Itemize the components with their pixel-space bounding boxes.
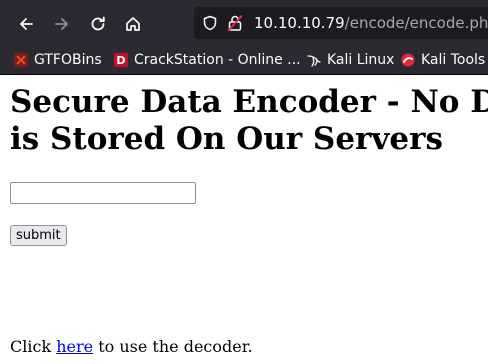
- footer-prefix: Click: [10, 337, 57, 356]
- kali-tools-icon: [401, 53, 415, 67]
- page-heading: Secure Data Encoder - No Data is Stored …: [10, 84, 488, 157]
- footer-suffix: to use the decoder.: [93, 337, 253, 356]
- forward-button[interactable]: [49, 11, 75, 37]
- kali-dragon-icon: [307, 53, 321, 67]
- home-button[interactable]: [120, 11, 146, 37]
- bookmark-crackstation[interactable]: D CrackStation - Online ...: [114, 46, 301, 74]
- crackstation-icon: D: [114, 53, 128, 67]
- bookmark-gtfobins[interactable]: GTFOBins: [14, 46, 102, 74]
- svg-text:D: D: [116, 54, 125, 67]
- gtfobins-icon: [14, 53, 28, 67]
- url-host: 10.10.10.79: [254, 14, 345, 32]
- home-icon: [126, 17, 140, 31]
- bookmark-label: Kali Tools: [421, 52, 486, 68]
- shield-icon[interactable]: [202, 15, 218, 31]
- bookmarks-toolbar: GTFOBins D CrackStation - Online ... Kal…: [0, 46, 488, 75]
- decoder-link[interactable]: here: [56, 337, 93, 356]
- back-button[interactable]: [13, 11, 39, 37]
- browser-toolbar: 10.10.10.79/encode/encode.php: [0, 0, 488, 46]
- url-text[interactable]: 10.10.10.79/encode/encode.php: [254, 7, 488, 39]
- decoder-link-line: Click here to use the decoder.: [10, 337, 253, 357]
- back-arrow-icon: [20, 18, 33, 30]
- bookmark-label: Kali Linux: [327, 52, 395, 68]
- forward-arrow-icon: [55, 18, 68, 30]
- reload-icon: [91, 16, 105, 31]
- submit-button[interactable]: submit: [10, 225, 67, 246]
- insecure-lock-icon[interactable]: [227, 14, 243, 32]
- bookmark-label: GTFOBins: [34, 52, 102, 68]
- encode-input[interactable]: [10, 182, 196, 204]
- page-content: Secure Data Encoder - No Data is Stored …: [0, 75, 488, 364]
- reload-button[interactable]: [85, 11, 111, 37]
- bookmark-kali-linux[interactable]: Kali Linux: [307, 46, 394, 74]
- bookmark-kali-tools[interactable]: Kali Tools: [401, 46, 485, 74]
- address-bar[interactable]: 10.10.10.79/encode/encode.php: [194, 7, 488, 39]
- url-path: /encode/encode.php: [344, 14, 488, 32]
- bookmark-label: CrackStation - Online ...: [134, 52, 301, 68]
